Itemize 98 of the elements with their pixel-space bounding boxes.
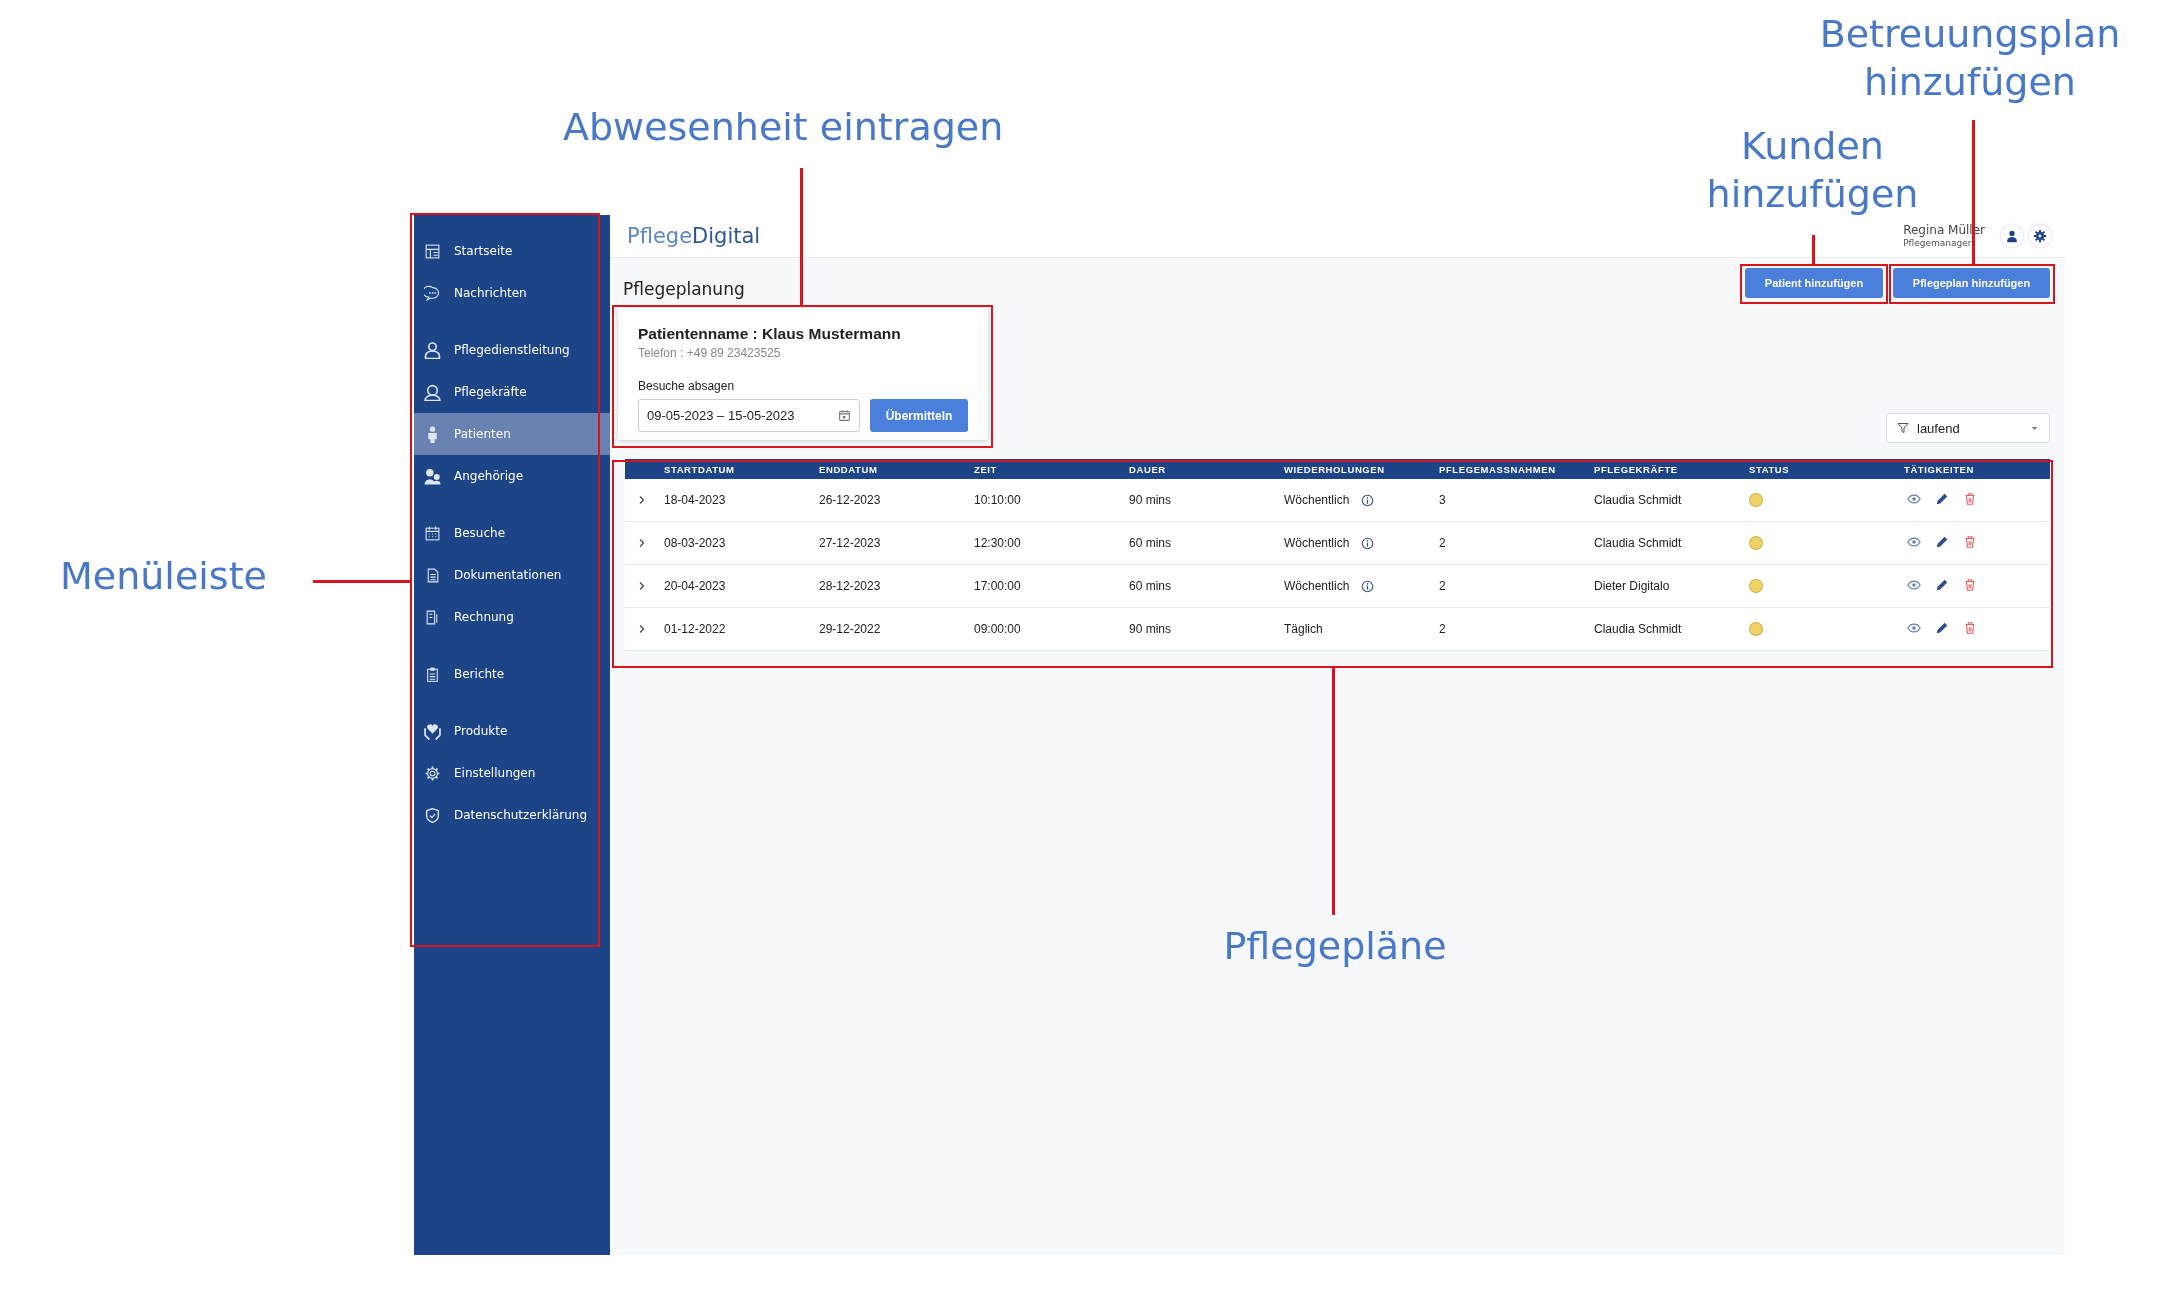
field-label: Besuche absagen bbox=[638, 379, 736, 393]
person-icon bbox=[2005, 229, 2019, 243]
chat-icon bbox=[424, 284, 441, 302]
table-cell: Täglich bbox=[1284, 622, 1323, 636]
sidebar-item[interactable]: Einstellungen bbox=[414, 752, 610, 794]
pencil-icon bbox=[1935, 621, 1949, 635]
add-button[interactable]: Pflegeplan hinzufügen bbox=[1893, 268, 2050, 298]
eye-icon bbox=[1907, 621, 1921, 635]
profile-button[interactable] bbox=[2001, 225, 2023, 247]
column-header: STATUS bbox=[1748, 463, 1791, 475]
calendar-icon bbox=[838, 409, 851, 422]
leader-line bbox=[1812, 235, 1815, 264]
grid-icon bbox=[424, 242, 441, 260]
eye-icon bbox=[1907, 578, 1921, 592]
heart-hands-icon bbox=[424, 722, 441, 740]
table-cell-text: Claudia Schmidt bbox=[1593, 493, 1682, 507]
table-cell-text: Claudia Schmidt bbox=[1593, 622, 1682, 636]
column-header: TÄTIGKEITEN bbox=[1903, 463, 1975, 475]
clipboard-icon bbox=[424, 665, 441, 683]
info-icon[interactable] bbox=[1361, 493, 1375, 507]
sidebar-item[interactable]: Pflegekräfte bbox=[414, 371, 610, 413]
table-cell-text: 90 mins bbox=[1128, 622, 1172, 636]
table-cell-text: 09:00:00 bbox=[973, 622, 1021, 636]
table-cell-text: Dieter Digitalo bbox=[1593, 579, 1670, 593]
table-cell-text: 2 bbox=[1438, 536, 1446, 550]
page-title: Pflegeplanung bbox=[623, 278, 746, 299]
table-cell-text: 90 mins bbox=[1128, 493, 1172, 507]
pencil-icon bbox=[1935, 578, 1949, 592]
table-cell-text: 28-12-2023 bbox=[818, 579, 881, 593]
annotation-label: Menüleiste bbox=[60, 553, 268, 600]
table-cell-text: Claudia Schmidt bbox=[1593, 536, 1682, 550]
pencil-icon bbox=[1935, 535, 1949, 549]
logo: PflegeDigital bbox=[627, 224, 761, 248]
settings-icon bbox=[2033, 229, 2047, 243]
column-header: DAUER bbox=[1128, 463, 1167, 475]
settings-button[interactable] bbox=[2029, 225, 2051, 247]
trash-icon bbox=[1963, 578, 1977, 592]
table-cell-text: 27-12-2023 bbox=[818, 536, 881, 550]
table-cell-text: 60 mins bbox=[1128, 536, 1172, 550]
date-range-field[interactable]: 09-05-2023 – 15-05-2023 bbox=[638, 399, 860, 432]
sidebar-item[interactable]: Produkte bbox=[414, 710, 610, 752]
sidebar-item[interactable]: Angehörige bbox=[414, 455, 610, 497]
sidebar-item[interactable]: Berichte bbox=[414, 653, 610, 695]
table-cell-text: 60 mins bbox=[1128, 579, 1172, 593]
annotation-label: Kunden hinzufügen bbox=[1705, 123, 1920, 218]
filter-icon bbox=[1897, 422, 1909, 434]
table-cell-text: 18-04-2023 bbox=[663, 493, 726, 507]
people-icon bbox=[424, 467, 441, 485]
trash-icon bbox=[1963, 535, 1977, 549]
info-icon[interactable] bbox=[1361, 579, 1375, 593]
sidebar-item[interactable]: Startseite bbox=[414, 230, 610, 272]
settings-icon bbox=[424, 764, 441, 782]
table-cell: Wöchentlich bbox=[1284, 493, 1350, 507]
table-cell-text: 29-12-2022 bbox=[818, 622, 881, 636]
table-cell-text: 3 bbox=[1438, 493, 1446, 507]
column-header: ZEIT bbox=[973, 463, 998, 475]
column-header: PFLEGEMASSNAHMEN bbox=[1438, 463, 1557, 475]
info-icon[interactable] bbox=[1361, 536, 1375, 550]
eye-icon bbox=[1907, 535, 1921, 549]
sidebar-item[interactable]: Datenschutzerklärung bbox=[414, 794, 610, 836]
table-cell-text: 26-12-2023 bbox=[818, 493, 881, 507]
user-role: Pflegemanager bbox=[1903, 237, 1973, 249]
annotation-label: Abwesenheit eintragen bbox=[563, 104, 1005, 151]
table-cell-text: 01-12-2022 bbox=[663, 622, 726, 636]
table-cell-text: 10:10:00 bbox=[973, 493, 1021, 507]
column-header: PFLEGEKRÄFTE bbox=[1593, 463, 1679, 475]
sidebar-item[interactable]: Patienten bbox=[414, 413, 610, 455]
shield-icon bbox=[424, 806, 441, 824]
annotation-label: Pflegepläne bbox=[1222, 923, 1448, 970]
sidebar-item[interactable]: Rechnung bbox=[414, 596, 610, 638]
table-cell: Wöchentlich bbox=[1284, 536, 1350, 550]
sidebar-item[interactable]: Nachrichten bbox=[414, 272, 610, 314]
table-cell-text: 2 bbox=[1438, 579, 1446, 593]
sidebar-item[interactable]: Besuche bbox=[414, 512, 610, 554]
pencil-icon bbox=[1935, 492, 1949, 506]
sidebar-item[interactable]: Dokumentationen bbox=[414, 554, 610, 596]
trash-icon bbox=[1963, 621, 1977, 635]
table-cell-text: 08-03-2023 bbox=[663, 536, 726, 550]
person-icon bbox=[424, 383, 441, 401]
column-header: STARTDATUM bbox=[663, 463, 736, 475]
trash-icon bbox=[1963, 492, 1977, 506]
column-header: WIEDERHOLUNGEN bbox=[1283, 463, 1386, 475]
table-cell-text: 2 bbox=[1438, 622, 1446, 636]
sidebar-item[interactable]: Pflegedienstleitung bbox=[414, 329, 610, 371]
patient-phone: Telefon : +49 89 23423525 bbox=[638, 346, 782, 360]
table-cell-text: 12:30:00 bbox=[973, 536, 1021, 550]
calendar-icon bbox=[424, 524, 441, 542]
table-cell: Wöchentlich bbox=[1284, 579, 1350, 593]
column-header: ENDDATUM bbox=[818, 463, 879, 475]
table-cell-text: 20-04-2023 bbox=[663, 579, 726, 593]
person-icon bbox=[424, 341, 441, 359]
add-button[interactable]: Patient hinzufügen bbox=[1745, 268, 1883, 298]
submit-button[interactable]: Übermitteln bbox=[870, 399, 968, 432]
patient-name: Patientenname : Klaus Mustermann bbox=[638, 325, 902, 343]
table-cell-text: 17:00:00 bbox=[973, 579, 1021, 593]
annotation-label: Betreuungsplan hinzufügen bbox=[1818, 11, 2122, 106]
eye-icon bbox=[1907, 492, 1921, 506]
status-filter[interactable]: laufend bbox=[1886, 413, 2050, 443]
